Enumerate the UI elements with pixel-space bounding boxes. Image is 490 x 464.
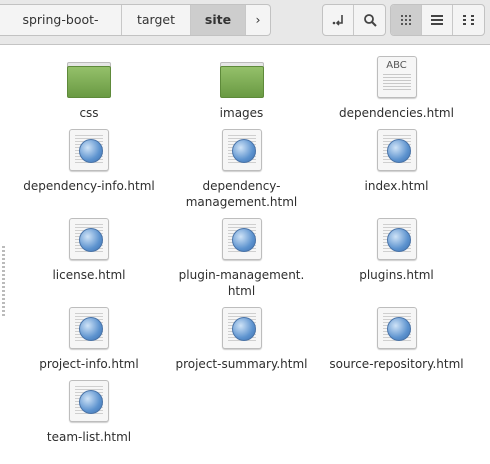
list-view-icon xyxy=(431,15,443,25)
file-name: source-repository.html xyxy=(329,357,464,371)
breadcrumb-target[interactable]: target xyxy=(122,5,191,35)
file-item[interactable]: dependency-management.html xyxy=(164,127,319,210)
breadcrumb: spring-boot-aws target site › xyxy=(0,4,271,36)
compact-view-icon xyxy=(462,15,474,25)
file-icon-wrap xyxy=(219,127,265,173)
folder-icon xyxy=(219,62,264,98)
file-view: css images ABC dependencies.html dependency-… xyxy=(0,46,490,464)
file-icon-wrap xyxy=(66,305,112,351)
icon-view-icon xyxy=(401,15,411,25)
file-icon-wrap xyxy=(374,127,420,173)
file-item[interactable]: index.html xyxy=(319,127,474,210)
file-name: index.html xyxy=(364,179,429,193)
folder-item[interactable]: css xyxy=(14,54,164,121)
file-icon-wrap xyxy=(219,54,265,100)
file-name: plugins.html xyxy=(359,268,434,282)
folder-icon xyxy=(67,62,111,98)
file-icon-wrap xyxy=(219,305,265,351)
html-file-icon xyxy=(221,307,262,349)
file-item[interactable]: ABC dependencies.html xyxy=(319,54,474,121)
html-file-icon xyxy=(376,307,417,349)
icon-view-button[interactable] xyxy=(391,5,422,35)
html-file-icon xyxy=(69,218,109,260)
file-item[interactable]: plugins.html xyxy=(319,216,474,299)
file-name: plugin-management. html xyxy=(178,268,305,298)
file-name: dependencies.html xyxy=(339,106,454,120)
toolbar: spring-boot-aws target site › xyxy=(0,0,490,45)
file-icon-wrap xyxy=(219,216,265,262)
open-parent-icon xyxy=(332,15,343,26)
view-mode-group xyxy=(390,4,485,36)
text-file-icon: ABC xyxy=(376,56,417,98)
file-item[interactable]: plugin-management. html xyxy=(164,216,319,299)
file-icon-wrap: ABC xyxy=(374,54,420,100)
html-file-icon xyxy=(69,307,109,349)
file-name: team-list.html xyxy=(46,430,132,444)
file-icon-wrap xyxy=(66,54,112,100)
html-file-icon xyxy=(376,218,417,260)
file-item[interactable]: dependency-info.html xyxy=(14,127,164,210)
file-icon-wrap xyxy=(66,216,112,262)
breadcrumb-site[interactable]: site xyxy=(191,5,246,35)
file-name: css xyxy=(79,106,99,120)
file-name: license.html xyxy=(52,268,126,282)
action-group xyxy=(322,4,386,36)
sidebar-resize-handle[interactable] xyxy=(2,246,5,316)
open-parent-button[interactable] xyxy=(323,5,354,35)
compact-view-button[interactable] xyxy=(453,5,484,35)
file-name: images xyxy=(219,106,264,120)
file-icon-wrap xyxy=(66,127,112,173)
html-file-icon xyxy=(69,129,109,171)
html-file-icon xyxy=(221,218,262,260)
breadcrumb-more-button[interactable]: › xyxy=(246,5,270,35)
file-item[interactable]: team-list.html xyxy=(14,378,164,445)
file-icon-wrap xyxy=(374,216,420,262)
html-file-icon xyxy=(376,129,417,171)
search-icon xyxy=(363,14,377,27)
html-file-icon xyxy=(221,129,262,171)
file-name: dependency-management.html xyxy=(185,179,298,209)
list-view-button[interactable] xyxy=(422,5,453,35)
file-item[interactable]: project-info.html xyxy=(14,305,164,372)
file-icon-wrap xyxy=(66,378,112,424)
file-item[interactable]: license.html xyxy=(14,216,164,299)
file-name: project-summary.html xyxy=(175,357,308,371)
file-icon-wrap xyxy=(374,305,420,351)
html-file-icon xyxy=(69,380,109,422)
file-name: dependency-info.html xyxy=(23,179,155,193)
file-grid: css images ABC dependencies.html dependency-… xyxy=(14,54,474,445)
search-button[interactable] xyxy=(354,5,385,35)
folder-item[interactable]: images xyxy=(164,54,319,121)
file-item[interactable]: project-summary.html xyxy=(164,305,319,372)
file-name: project-info.html xyxy=(39,357,139,371)
file-item[interactable]: source-repository.html xyxy=(319,305,474,372)
breadcrumb-spring-boot-aws[interactable]: spring-boot-aws xyxy=(0,5,122,35)
